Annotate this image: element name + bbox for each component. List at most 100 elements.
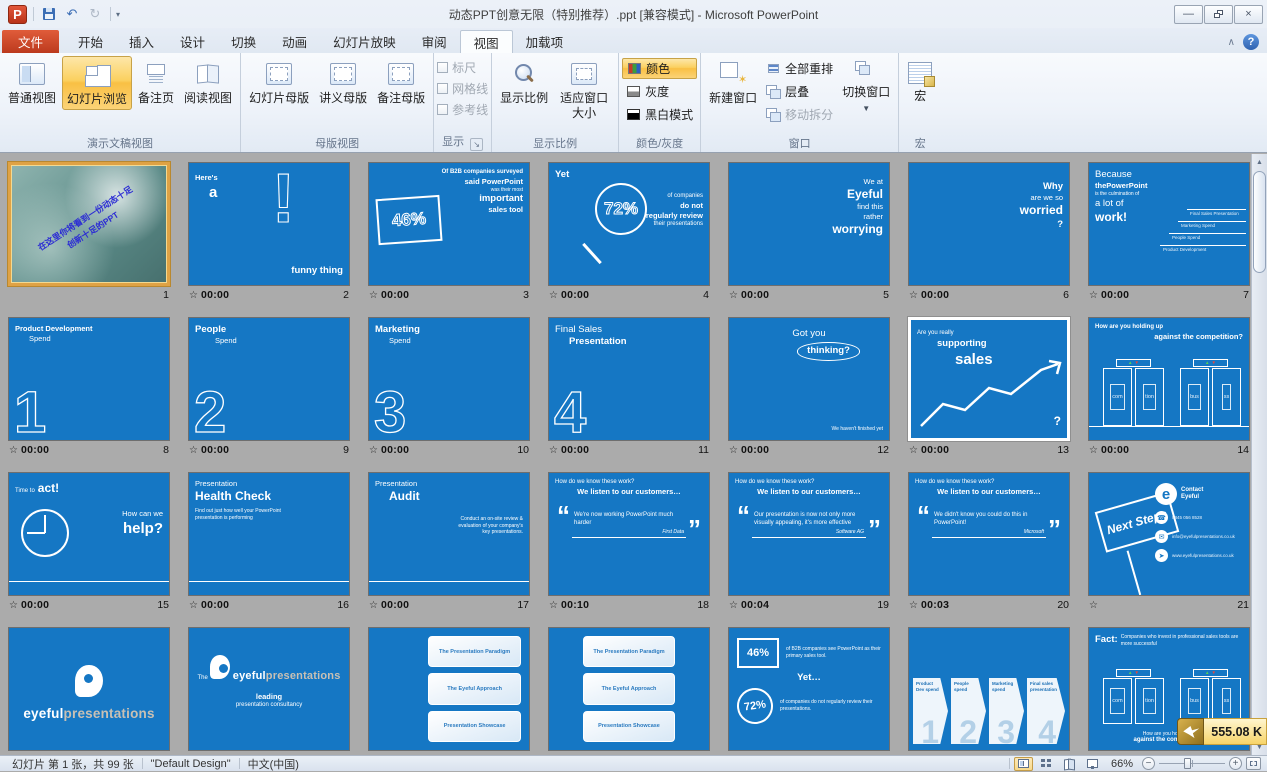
arrange-all-button[interactable]: 全部重排: [762, 58, 837, 79]
notes-master-button[interactable]: 备注母版: [373, 56, 429, 108]
transition-play-icon[interactable]: ☆: [1089, 445, 1098, 456]
tab-transitions[interactable]: 切换: [218, 30, 269, 53]
handout-master-button[interactable]: 讲义母版: [315, 56, 371, 108]
slide-thumbnail[interactable]: How do we know these work? We listen to o…: [908, 472, 1070, 596]
black-white-button[interactable]: 黑白模式: [622, 104, 697, 125]
theme-name[interactable]: "Default Design": [143, 758, 239, 770]
scrollbar-thumb[interactable]: [1253, 171, 1266, 273]
slide-thumbnail[interactable]: Product Development Spend 1: [8, 317, 170, 441]
zoom-slider-thumb[interactable]: [1184, 758, 1192, 769]
slide-thumbnail[interactable]: Presentation Health Check Find out just ho…: [188, 472, 350, 596]
undo-button[interactable]: ↶: [62, 4, 82, 24]
save-button[interactable]: [39, 4, 59, 24]
slide-thumbnail[interactable]: Because thePowerPoint is the culmination o…: [1088, 162, 1250, 286]
slide-thumbnail[interactable]: Here's a funny thing!: [188, 162, 350, 286]
slide-thumbnail[interactable]: The Presentation Paradigm The Eyeful Appr…: [368, 627, 530, 751]
transition-play-icon[interactable]: ☆: [729, 600, 738, 611]
zoom-out-button[interactable]: −: [1142, 757, 1155, 770]
transition-play-icon[interactable]: ☆: [549, 445, 558, 456]
slide-thumbnail[interactable]: People Spend 2: [188, 317, 350, 441]
statusbar-reading-view-button[interactable]: [1060, 757, 1079, 771]
slide-thumbnail[interactable]: The Presentation Paradigm The Eyeful Appr…: [548, 627, 710, 751]
tab-design[interactable]: 设计: [167, 30, 218, 53]
slide-thumbnail[interactable]: How do we know these work? We listen to o…: [548, 472, 710, 596]
help-icon[interactable]: ?: [1243, 34, 1259, 50]
statusbar-slideshow-button[interactable]: [1083, 757, 1102, 771]
grayscale-button[interactable]: 灰度: [622, 81, 697, 102]
reading-view-button[interactable]: 阅读视图: [180, 56, 236, 108]
macro-button[interactable]: 宏: [903, 56, 937, 106]
qat-customize-dropdown[interactable]: ▾: [116, 10, 120, 19]
slide-thumbnail[interactable]: The eyefulpresentations leading presentatio…: [188, 627, 350, 751]
tab-insert[interactable]: 插入: [116, 30, 167, 53]
tab-addins[interactable]: 加载项: [513, 30, 577, 53]
transition-play-icon[interactable]: ☆: [9, 600, 18, 611]
transition-play-icon[interactable]: ☆: [729, 445, 738, 456]
slide-thumbnail[interactable]: Yet of companies do not regularly review the…: [548, 162, 710, 286]
collapse-ribbon-icon[interactable]: ∧: [1228, 37, 1235, 48]
transition-play-icon[interactable]: ☆: [369, 600, 378, 611]
tab-view[interactable]: 视图: [459, 30, 513, 53]
download-speed-overlay[interactable]: 555.08 K: [1177, 718, 1267, 745]
slide-thumbnail[interactable]: Product Dev spend 1 People spend 2 Marketing…: [908, 627, 1070, 751]
transition-play-icon[interactable]: ☆: [1089, 290, 1098, 301]
language-indicator[interactable]: 中文(中国): [240, 756, 307, 772]
vertical-scrollbar[interactable]: ▲ ▼: [1251, 154, 1267, 755]
gridlines-checkbox[interactable]: 网格线: [437, 79, 488, 98]
transition-play-icon[interactable]: ☆: [729, 290, 738, 301]
slide-thumbnail[interactable]: eyefulpresentations: [8, 627, 170, 751]
dialog-launcher-icon[interactable]: ↘: [470, 138, 484, 151]
normal-view-button[interactable]: 普通视图: [4, 56, 60, 108]
slide-thumbnail[interactable]: Time to act! How can we help?: [8, 472, 170, 596]
transition-play-icon[interactable]: ☆: [909, 290, 918, 301]
slide-thumbnail[interactable]: How do we know these work? We listen to o…: [728, 472, 890, 596]
zoom-in-button[interactable]: +: [1229, 757, 1242, 770]
zoom-button[interactable]: 显示比例: [496, 56, 552, 108]
slide-thumbnail[interactable]: We at Eyeful find this rather worrying: [728, 162, 890, 286]
transition-play-icon[interactable]: ☆: [369, 445, 378, 456]
slide-thumbnail[interactable]: Final Sales Presentation 4: [548, 317, 710, 441]
color-mode-button[interactable]: 颜色: [622, 58, 698, 79]
slide-thumbnail[interactable]: 46% of B2B companies see PowerPoint as th…: [728, 627, 890, 751]
tab-file[interactable]: 文件: [2, 30, 60, 53]
transition-play-icon[interactable]: ☆: [909, 600, 918, 611]
tab-review[interactable]: 审阅: [409, 30, 460, 53]
scroll-up-icon[interactable]: ▲: [1252, 154, 1267, 170]
slide-thumbnail[interactable]: How are you holding up against the compet…: [1088, 317, 1250, 441]
redo-button[interactable]: ↻: [85, 4, 105, 24]
zoom-percentage[interactable]: 66%: [1106, 758, 1138, 770]
tab-slideshow[interactable]: 幻灯片放映: [320, 30, 409, 53]
new-window-button[interactable]: 新建窗口: [705, 56, 761, 108]
slide-sorter-pane[interactable]: 在这里你将看到一份动态十足 创新十足的PPT 1 Here's a funny thing…: [0, 154, 1267, 755]
slide-thumbnail[interactable]: 在这里你将看到一份动态十足 创新十足的PPT: [8, 162, 170, 286]
guides-checkbox[interactable]: 参考线: [437, 100, 488, 119]
zoom-slider[interactable]: [1159, 757, 1225, 770]
slide-sorter-button[interactable]: 幻灯片浏览: [62, 56, 133, 110]
minimize-button[interactable]: —: [1174, 4, 1203, 24]
slide-thumbnail[interactable]: Got you thinking? We haven't finished yet: [728, 317, 890, 441]
slide-thumbnail[interactable]: Next Steps e Contact Eyeful ☎ 0845 056 8528 ✉ i…: [1088, 472, 1250, 596]
slide-thumbnail[interactable]: Are you really supporting sales?: [908, 317, 1070, 441]
transition-play-icon[interactable]: ☆: [189, 600, 198, 611]
tab-home[interactable]: 开始: [65, 30, 116, 53]
transition-play-icon[interactable]: ☆: [369, 290, 378, 301]
transition-play-icon[interactable]: ☆: [909, 445, 918, 456]
slide-master-button[interactable]: 幻灯片母版: [245, 56, 313, 108]
ruler-checkbox[interactable]: 标尺: [437, 58, 488, 77]
fit-slide-to-window-button[interactable]: [1246, 757, 1261, 770]
statusbar-normal-view-button[interactable]: [1013, 756, 1033, 771]
transition-play-icon[interactable]: ☆: [1089, 600, 1098, 611]
slide-thumbnail[interactable]: Presentation Audit Conduct an on-site revi…: [368, 472, 530, 596]
transition-play-icon[interactable]: ☆: [189, 290, 198, 301]
statusbar-slide-sorter-button[interactable]: [1037, 757, 1056, 771]
notes-page-button[interactable]: 备注页: [134, 56, 178, 108]
transition-play-icon[interactable]: ☆: [9, 445, 18, 456]
move-split-button[interactable]: 移动拆分: [762, 104, 837, 125]
restore-button[interactable]: [1204, 4, 1233, 24]
cascade-button[interactable]: 层叠: [762, 81, 837, 102]
slide-counter[interactable]: 幻灯片 第 1 张，共 99 张: [4, 756, 142, 772]
transition-play-icon[interactable]: ☆: [549, 600, 558, 611]
slide-thumbnail[interactable]: Why are we so worried?: [908, 162, 1070, 286]
powerpoint-app-icon[interactable]: P: [8, 4, 27, 24]
tab-animations[interactable]: 动画: [269, 30, 320, 53]
